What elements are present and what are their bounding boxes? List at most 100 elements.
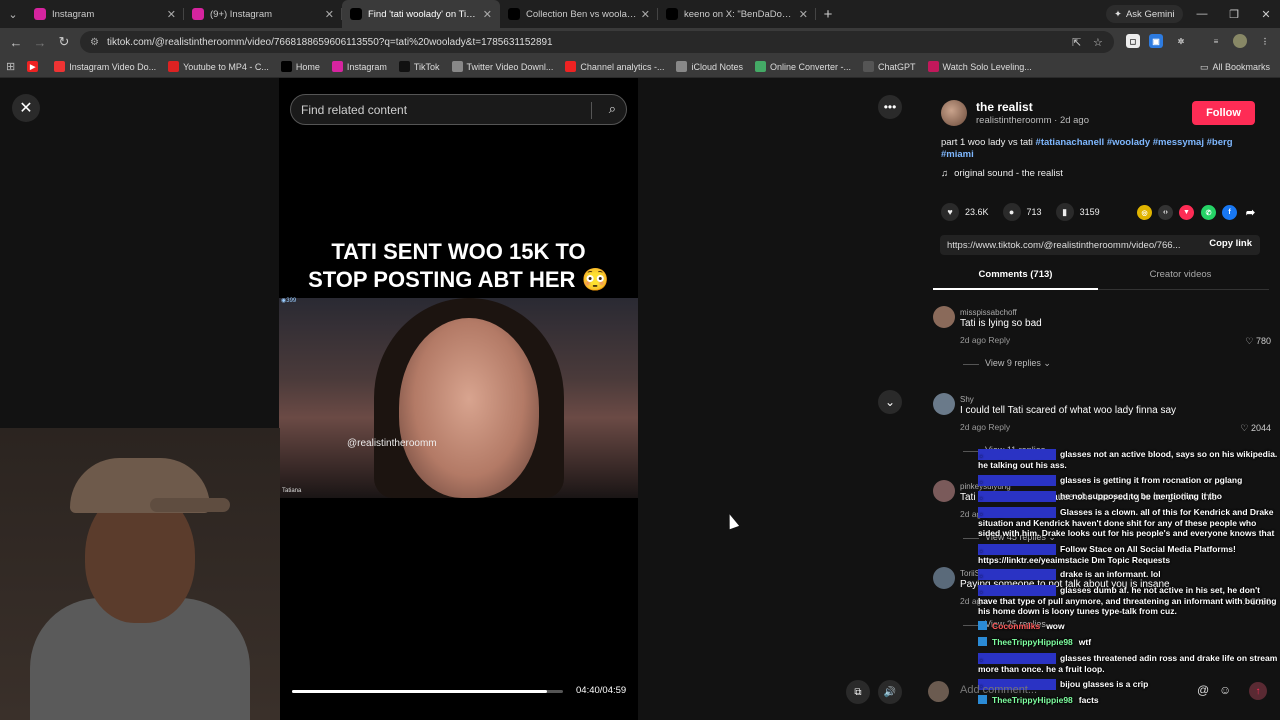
commenter-name[interactable]: Shy (960, 395, 974, 404)
chat-message: Coconmilks wow (978, 621, 1280, 632)
browser-tab[interactable]: Instagram ✕ (26, 0, 184, 28)
post-comment-button[interactable]: ↑ (1249, 682, 1267, 700)
bookmark-item[interactable]: iCloud Notes (676, 61, 743, 72)
reload-icon[interactable]: ↻ (52, 34, 76, 50)
chat-username-redacted: . (978, 653, 1056, 664)
view-replies-button[interactable]: View 9 replies ⌄ (963, 358, 1051, 369)
tab-favicon-icon (192, 8, 204, 20)
bookmark-favicon-icon (54, 61, 66, 72)
site-info-icon[interactable]: ⚙ (90, 37, 99, 48)
extension-icon[interactable]: ◻ (1126, 34, 1140, 48)
related-search-input[interactable]: Find related content ⌕ (290, 94, 627, 125)
bookmark-item[interactable]: TikTok (398, 61, 440, 72)
hashtag-link[interactable]: #tatianachanell (1036, 137, 1105, 148)
volume-icon[interactable]: 🔊 (878, 680, 902, 704)
hashtag-link[interactable]: #berg (1207, 137, 1233, 148)
bookmark-item[interactable]: Watch Solo Leveling... (927, 61, 1032, 72)
comment-like-button[interactable]: ♡ 780 (1245, 336, 1271, 347)
browser-tab[interactable]: keeno on X: "BenDaDonnn spe✕ (658, 0, 816, 28)
share-arrow-icon[interactable]: ➦ (1243, 205, 1258, 220)
tab-close-icon[interactable]: ✕ (641, 8, 650, 21)
commenter-avatar[interactable] (933, 567, 955, 589)
chat-message: TheeTrippyHippie98 wtf (978, 637, 1280, 648)
comment-meta[interactable]: 2d ago Reply (960, 422, 1010, 432)
profile-avatar[interactable] (1233, 34, 1247, 48)
extension-blue-icon[interactable]: ▣ (1149, 34, 1163, 48)
whatsapp-icon[interactable]: ✆ (1201, 205, 1216, 220)
browser-tab[interactable]: (9+) Instagram ✕ (184, 0, 342, 28)
sound-link[interactable]: ♫ original sound - the realist (941, 168, 1063, 179)
share-coin-icon[interactable]: ◎ (1137, 205, 1152, 220)
chat-username: Coconmilks (992, 621, 1041, 631)
all-bookmarks-button[interactable]: ▭ All Bookmarks (1200, 56, 1270, 78)
comment-like-button[interactable]: ♡ 2044 (1240, 423, 1271, 434)
like-button[interactable]: ♥ 23.6K (941, 203, 989, 221)
close-video-button[interactable]: ✕ (12, 94, 40, 122)
tab-creator-videos[interactable]: Creator videos (1098, 269, 1263, 290)
bookmark-item[interactable]: Instagram (331, 61, 387, 72)
back-icon[interactable]: ← (4, 35, 28, 50)
comment-input[interactable]: Add comment... (960, 684, 1037, 696)
maximize-button[interactable]: ❐ (1218, 0, 1250, 28)
hashtag-link[interactable]: #miami (941, 149, 974, 160)
emoji-icon[interactable]: ☺ (1219, 683, 1231, 697)
embed-icon[interactable]: ‹› (1158, 205, 1173, 220)
extensions-puzzle-icon[interactable]: ✲ (1174, 34, 1188, 48)
media-controls-icon[interactable]: ≡ (1209, 34, 1223, 48)
save-button[interactable]: ▮ 3159 (1055, 203, 1100, 221)
video-progress-bar[interactable] (292, 690, 563, 693)
ask-gemini-button[interactable]: ✦ Ask Gemini (1106, 5, 1183, 23)
video-player[interactable]: Find related content ⌕ TATI SENT WOO 15K… (279, 78, 638, 720)
send-icon[interactable]: ▼ (1179, 205, 1194, 220)
apps-grid-icon[interactable]: ⊞ (6, 60, 15, 73)
bookmark-item[interactable]: Instagram Video Do... (54, 61, 156, 72)
commenter-avatar[interactable] (933, 393, 955, 415)
creator-name[interactable]: the realist (976, 100, 1033, 114)
floating-player-icon[interactable]: ⧉ (846, 680, 870, 704)
comment-meta[interactable]: 2d ago Reply (960, 335, 1010, 345)
copy-link-button[interactable]: Copy link (1209, 238, 1252, 249)
install-icon[interactable]: ⇱ (1072, 31, 1081, 53)
comment-text: I could tell Tati scared of what woo lad… (960, 405, 1177, 416)
tab-close-icon[interactable]: ✕ (325, 8, 334, 21)
tab-favicon-icon (34, 8, 46, 20)
bookmark-item[interactable]: Online Converter -... (755, 61, 851, 72)
share-link-field[interactable]: https://www.tiktok.com/@realistintheroom… (940, 235, 1260, 255)
comment-button[interactable]: ● 713 (1002, 203, 1042, 221)
commenter-avatar[interactable] (933, 480, 955, 502)
creator-avatar[interactable] (941, 100, 967, 126)
browser-tab[interactable]: Find 'tati woolady' on TikTok ✕ (342, 0, 500, 28)
tab-close-icon[interactable]: ✕ (167, 8, 176, 21)
commenter-name[interactable]: misspissabchoff (960, 308, 1017, 317)
chat-username-redacted: . (978, 491, 1056, 502)
address-bar[interactable]: ⚙ tiktok.com/@realistintheroomm/video/76… (80, 31, 1114, 53)
hashtag-link[interactable]: #woolady (1107, 137, 1150, 148)
tab-close-icon[interactable]: ✕ (799, 8, 808, 21)
next-video-chevron-icon[interactable]: ⌄ (878, 390, 902, 414)
follow-button[interactable]: Follow (1192, 101, 1255, 125)
browser-tab[interactable]: Collection Ben vs woolady crea✕ (500, 0, 658, 28)
mention-icon[interactable]: @ (1197, 683, 1209, 697)
hashtag-link[interactable]: #messymaj (1153, 137, 1204, 148)
bookmark-star-icon[interactable]: ☆ (1093, 31, 1103, 53)
bookmark-item[interactable]: ChatGPT (863, 61, 916, 72)
bookmark-item[interactable]: Twitter Video Downl... (451, 61, 553, 72)
bookmark-item[interactable]: Home (280, 61, 320, 72)
facebook-icon[interactable]: f (1222, 205, 1237, 220)
bookmark-favicon-icon (398, 61, 410, 72)
bookmark-item[interactable]: Channel analytics -... (565, 61, 664, 72)
more-options-icon[interactable]: ••• (878, 95, 902, 119)
search-icon[interactable]: ⌕ (609, 101, 616, 117)
tab-comments[interactable]: Comments (713) (933, 269, 1098, 290)
tab-search-button[interactable]: ⌄ (0, 0, 26, 28)
close-window-button[interactable]: ✕ (1250, 0, 1280, 28)
bookmark-item[interactable]: Youtube to MP4 - C... (168, 61, 269, 72)
youtube-bookmark-icon[interactable]: ▶ (27, 61, 42, 72)
browser-menu-icon[interactable]: ⋮ (1258, 34, 1272, 48)
minimize-button[interactable]: — (1186, 0, 1218, 28)
commenter-avatar[interactable] (933, 306, 955, 328)
forward-icon[interactable]: → (28, 35, 52, 50)
new-tab-button[interactable]: + (816, 6, 840, 23)
tab-close-icon[interactable]: ✕ (483, 8, 492, 21)
music-note-icon: ♫ (941, 168, 949, 179)
